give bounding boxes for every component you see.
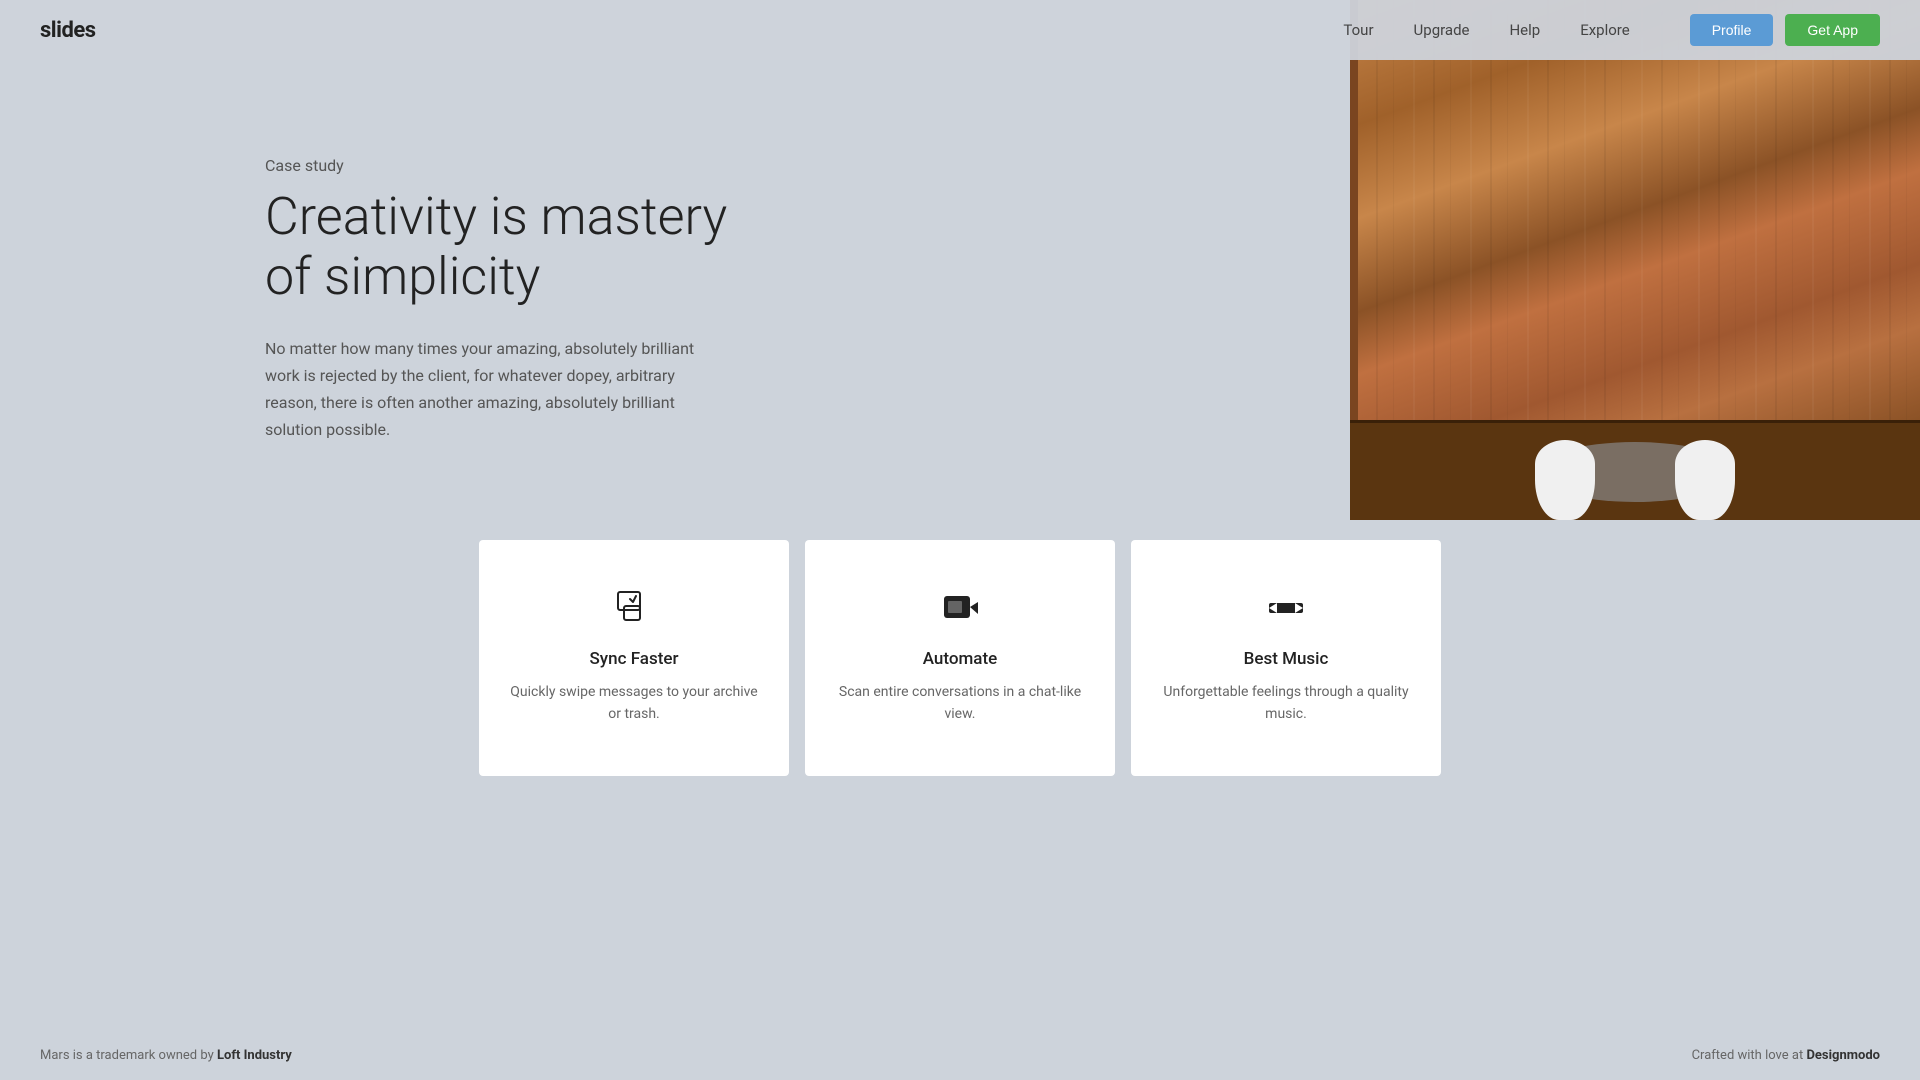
nav-help[interactable]: Help bbox=[1509, 21, 1540, 39]
footer: Mars is a trademark owned by Loft Indust… bbox=[0, 1030, 1920, 1080]
hero-body: No matter how many times your amazing, a… bbox=[265, 335, 710, 444]
feature-automate: Automate Scan entire conversations in a … bbox=[805, 540, 1115, 776]
best-music-title: Best Music bbox=[1244, 649, 1329, 669]
hero-title: Creativity is mastery of simplicity bbox=[265, 187, 760, 307]
best-music-icon bbox=[1268, 590, 1304, 633]
speaker-feet bbox=[1535, 440, 1735, 520]
speaker-bottom bbox=[1350, 420, 1920, 520]
navbar: slides Tour Upgrade Help Explore Profile… bbox=[0, 0, 1920, 60]
wood-surface bbox=[1350, 0, 1920, 420]
sync-faster-desc: Quickly swipe messages to your archive o… bbox=[509, 681, 759, 726]
nav-links: Tour Upgrade Help Explore bbox=[1343, 21, 1629, 39]
sync-faster-title: Sync Faster bbox=[590, 649, 679, 669]
features-section: Sync Faster Quickly swipe messages to yo… bbox=[0, 540, 1920, 776]
nav-upgrade[interactable]: Upgrade bbox=[1414, 21, 1470, 39]
speaker-foot-left bbox=[1535, 440, 1595, 520]
nav-tour[interactable]: Tour bbox=[1343, 21, 1373, 39]
automate-title: Automate bbox=[923, 649, 998, 669]
case-study-label: Case study bbox=[265, 156, 760, 175]
hero-image bbox=[1350, 0, 1920, 520]
feature-best-music: Best Music Unforgettable feelings throug… bbox=[1131, 540, 1441, 776]
logo[interactable]: slides bbox=[40, 18, 96, 43]
speaker-foot-right bbox=[1675, 440, 1735, 520]
feature-sync-faster: Sync Faster Quickly swipe messages to yo… bbox=[479, 540, 789, 776]
footer-brand-left: Loft Industry bbox=[217, 1048, 292, 1063]
automate-icon bbox=[942, 590, 978, 633]
footer-right: Crafted with love at Designmodo bbox=[1692, 1048, 1880, 1063]
nav-buttons: Profile Get App bbox=[1690, 14, 1880, 46]
footer-left: Mars is a trademark owned by Loft Indust… bbox=[40, 1048, 292, 1063]
footer-brand-right: Designmodo bbox=[1806, 1048, 1880, 1063]
automate-desc: Scan entire conversations in a chat-like… bbox=[835, 681, 1085, 726]
nav-explore[interactable]: Explore bbox=[1580, 21, 1630, 39]
best-music-desc: Unforgettable feelings through a quality… bbox=[1161, 681, 1411, 726]
profile-button[interactable]: Profile bbox=[1690, 14, 1774, 46]
hero-section: Case study Creativity is mastery of simp… bbox=[0, 0, 1920, 520]
hero-content: Case study Creativity is mastery of simp… bbox=[0, 96, 760, 503]
sync-faster-icon bbox=[616, 590, 652, 633]
get-app-button[interactable]: Get App bbox=[1785, 14, 1880, 46]
